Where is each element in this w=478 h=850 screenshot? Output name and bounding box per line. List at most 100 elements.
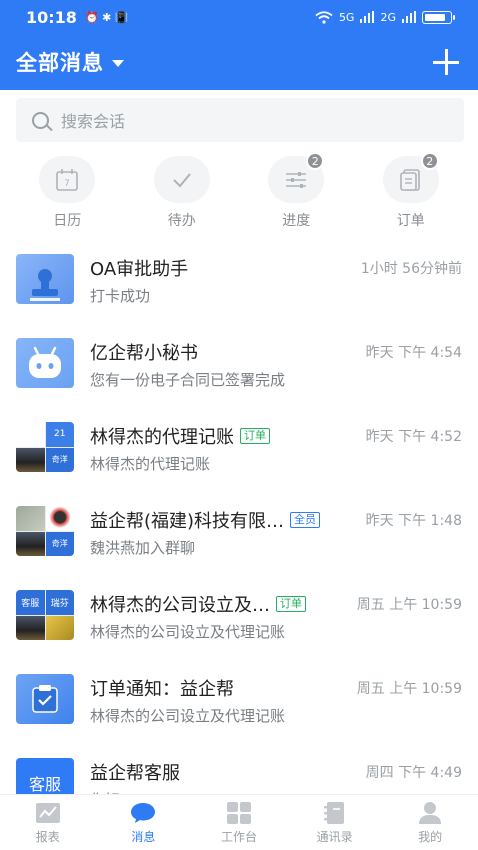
conversation-time: 昨天 下午 4:54: [365, 345, 462, 361]
check-icon: [173, 172, 191, 187]
quick-action-label: 进度: [282, 213, 311, 229]
quick-action-circle: 2: [268, 152, 325, 203]
tab-messages[interactable]: 消息: [98, 801, 188, 845]
progress-badge: 2: [306, 152, 325, 170]
quick-action-circle: [153, 156, 210, 203]
conversation-item-company-setup[interactable]: 客服 瑞芬 林得杰的公司设立及… 订单 周五 上午 10:59 林得杰的公司设立…: [0, 574, 478, 658]
tab-label: 通讯录: [316, 829, 353, 844]
group-avatar: 奇洋: [16, 506, 74, 556]
avatar-tile: 奇洋: [45, 447, 74, 472]
conversation-item-group-accounting[interactable]: 21 奇洋 林得杰的代理记账 订单 昨天 下午 4:52 林得杰的代理记账: [0, 406, 478, 490]
bottom-tab-bar: 报表 消息 工作台 通讯录 我的: [0, 794, 478, 850]
report-icon: [35, 802, 60, 823]
avatar-tile: 客服: [16, 590, 45, 615]
group-avatar: 21 奇洋: [16, 422, 74, 472]
quick-action-label: 日历: [53, 213, 82, 229]
chat-icon: [131, 802, 156, 823]
app-root: 10:18 ⏰ ✱ 📳 5G 2G 全部消息 搜索会话 7 日历 待办 2 进度…: [0, 0, 478, 850]
conversation-list: OA审批助手 1小时 56分钟前 打卡成功 亿企帮小秘书 昨天 下午 4:54 …: [0, 238, 478, 826]
group-avatar: 客服 瑞芬: [16, 590, 74, 640]
wifi-icon: [315, 10, 333, 24]
conversation-name: 林得杰的公司设立及…: [90, 595, 270, 616]
avatar-text: 客服: [28, 775, 61, 794]
conversation-preview: 打卡成功: [90, 287, 151, 305]
conversation-item-assistant[interactable]: 亿企帮小秘书 昨天 下午 4:54 您有一份电子合同已签署完成: [0, 322, 478, 406]
conversation-time: 周五 上午 10:59: [356, 597, 462, 613]
tab-workbench[interactable]: 工作台: [194, 801, 284, 845]
signal-2g-icon: 2G: [380, 10, 396, 24]
quick-action-progress[interactable]: 2 进度: [251, 152, 341, 230]
tab-me[interactable]: 我的: [385, 801, 475, 845]
quick-action-circle: 2: [382, 152, 439, 203]
avatar-photo: [45, 506, 74, 531]
conversation-name: 亿企帮小秘书: [90, 343, 198, 364]
conversation-item-company-group[interactable]: 奇洋 益企帮(福建)科技有限… 全员 昨天 下午 1:48 魏洪燕加入群聊: [0, 490, 478, 574]
avatar-photo: [16, 531, 45, 556]
conversation-item-oa-approval[interactable]: OA审批助手 1小时 56分钟前 打卡成功: [0, 238, 478, 322]
avatar-photo: [16, 615, 45, 640]
quick-action-todo[interactable]: 待办: [137, 156, 227, 230]
order-tag: 订单: [240, 428, 270, 444]
conversation-name: 订单通知：益企帮: [90, 679, 234, 700]
conversation-preview: 您有一份电子合同已签署完成: [90, 371, 286, 389]
status-bar: 10:18 ⏰ ✱ 📳 5G 2G: [0, 0, 478, 34]
avatar: [16, 338, 74, 388]
tab-contacts[interactable]: 通讯录: [290, 801, 380, 845]
avatar-photo: [16, 447, 45, 472]
tab-label: 我的: [418, 829, 443, 844]
contacts-icon: [323, 801, 344, 824]
avatar: [16, 674, 74, 724]
robot-icon: [29, 346, 61, 378]
calendar-icon: 7: [56, 168, 79, 191]
signal-bars-2-icon: [402, 11, 416, 23]
order-tag: 订单: [276, 596, 306, 612]
conversation-time: 周四 下午 4:49: [365, 765, 462, 781]
profile-icon: [419, 801, 442, 824]
conversation-name: 益企帮客服: [90, 763, 180, 784]
conversation-content: 林得杰的代理记账 订单 昨天 下午 4:52 林得杰的代理记账: [90, 422, 462, 474]
page-title: 全部消息: [16, 51, 104, 75]
conversation-preview: 魏洪燕加入群聊: [90, 539, 196, 557]
quick-action-circle: 7: [39, 156, 96, 203]
conversation-time: 昨天 下午 1:48: [365, 513, 462, 529]
conversation-name: OA审批助手: [90, 259, 189, 280]
quick-action-calendar[interactable]: 7 日历: [22, 156, 112, 230]
quick-action-label: 待办: [167, 213, 196, 229]
battery-icon: [422, 10, 455, 24]
conversation-name: 益企帮(福建)科技有限…: [90, 511, 285, 532]
stamp-icon: [30, 269, 60, 301]
conversation-name: 林得杰的代理记账: [90, 427, 234, 448]
status-notification-icons: ⏰ ✱ 📳: [84, 10, 129, 24]
orders-badge: 2: [420, 152, 439, 170]
tab-label: 消息: [131, 829, 156, 844]
quick-action-label: 订单: [396, 213, 425, 229]
search-input[interactable]: 搜索会话: [16, 98, 464, 142]
avatar-tile: 瑞芬: [45, 590, 74, 615]
conversation-item-order-notice[interactable]: 订单通知：益企帮 周五 上午 10:59 林得杰的公司设立及代理记账: [0, 658, 478, 742]
svg-text:7: 7: [64, 179, 70, 189]
tab-report[interactable]: 报表: [3, 801, 93, 845]
conversation-content: 益企帮(福建)科技有限… 全员 昨天 下午 1:48 魏洪燕加入群聊: [90, 506, 462, 558]
quick-action-orders[interactable]: 2 订单: [366, 152, 456, 230]
avatar-photo: [45, 615, 74, 640]
signal-bars-icon: [360, 11, 375, 23]
search-placeholder: 搜索会话: [61, 112, 126, 131]
signal-5g-icon: 5G: [338, 10, 355, 24]
top-header: 全部消息: [0, 34, 478, 90]
conversation-time: 昨天 下午 4:52: [365, 429, 462, 445]
tab-label: 工作台: [220, 829, 257, 844]
avatar: [16, 254, 74, 304]
clipboard-icon: [32, 685, 58, 713]
add-button[interactable]: [430, 46, 462, 78]
caret-down-icon: [112, 60, 124, 67]
conversation-content: OA审批助手 1小时 56分钟前 打卡成功: [90, 254, 462, 306]
conversation-time: 1小时 56分钟前: [360, 261, 462, 277]
conversation-content: 林得杰的公司设立及… 订单 周五 上午 10:59 林得杰的公司设立及代理记账: [90, 590, 462, 642]
avatar-tile: 奇洋: [45, 531, 74, 556]
conversation-time: 周五 上午 10:59: [356, 681, 462, 697]
conversation-preview: 林得杰的代理记账: [90, 455, 211, 473]
quick-actions: 7 日历 待办 2 进度 2 订单: [0, 152, 478, 230]
conversation-preview: 林得杰的公司设立及代理记账: [90, 623, 286, 641]
message-filter-dropdown[interactable]: 全部消息: [16, 47, 124, 77]
all-members-tag: 全员: [290, 512, 321, 528]
